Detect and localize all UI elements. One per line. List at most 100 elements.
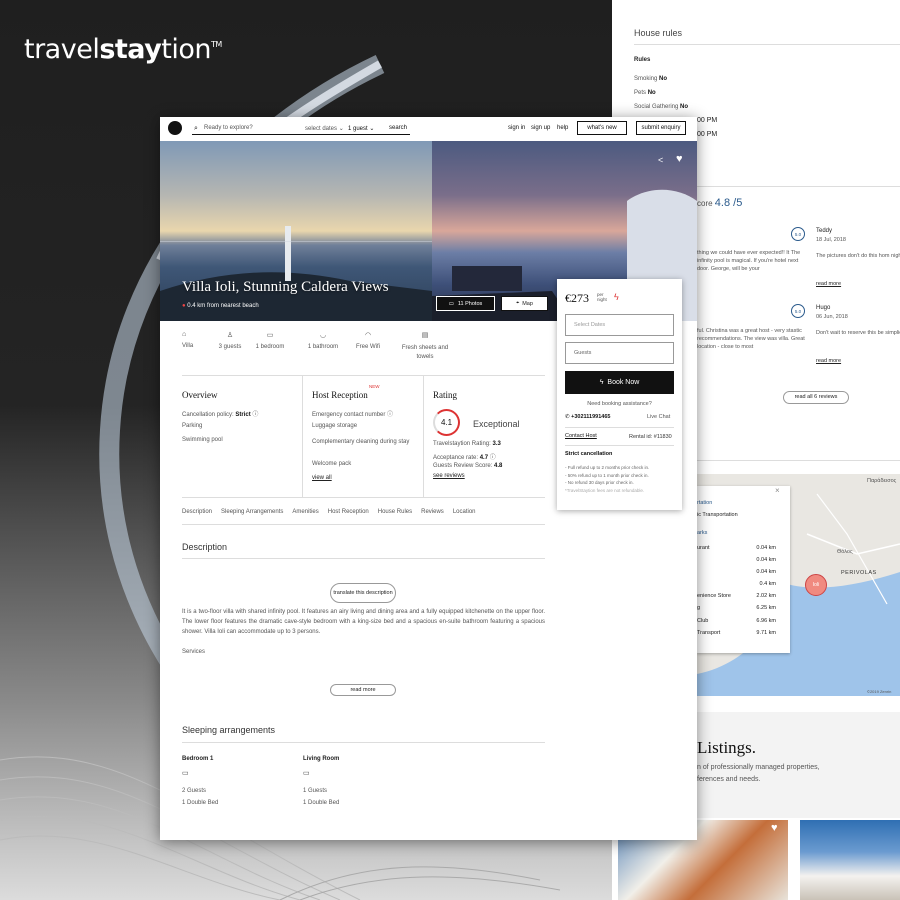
- info-icon[interactable]: ⓘ: [252, 412, 258, 418]
- dates-input[interactable]: Select Dates: [565, 314, 674, 336]
- avatar: 5.0: [791, 304, 805, 318]
- host-reception-title: Host Reception: [312, 390, 368, 400]
- tab-host-reception[interactable]: Host Reception: [328, 509, 369, 515]
- services-label: Services: [182, 649, 206, 655]
- help-link[interactable]: help: [557, 125, 568, 131]
- guests-input[interactable]: Guests: [565, 342, 674, 364]
- map-info-heading: arks: [697, 530, 708, 536]
- map-label: PERIVOLAS: [841, 570, 877, 576]
- brand-logo: travelstaytionTM: [24, 34, 222, 65]
- cancellation-terms: - Full refund up to 2 months prior check…: [565, 465, 650, 493]
- description-title: Description: [182, 542, 228, 552]
- overview-item: Swimming pool: [182, 437, 223, 443]
- rating-row: Guests Review Score: 4.8: [433, 463, 503, 469]
- overview-title: Overview: [182, 390, 218, 400]
- tab-reviews[interactable]: Reviews: [421, 509, 444, 515]
- rental-id: Rental id: #11830: [629, 434, 672, 440]
- listings-title: Listings.: [697, 738, 757, 757]
- bed-icon: ▭: [266, 332, 274, 339]
- whats-new-button[interactable]: what's new: [577, 121, 627, 135]
- heart-icon[interactable]: ♥: [771, 822, 778, 834]
- map-button[interactable]: ⌖ Map: [501, 296, 548, 311]
- sofa-icon: ▭: [303, 770, 310, 777]
- reception-item: Luggage storage: [312, 423, 358, 429]
- amenity-item: ♙ 3 guests: [210, 331, 250, 350]
- logo-icon[interactable]: [168, 121, 182, 135]
- rating-label: Exceptional: [473, 419, 520, 429]
- phone-icon: ✆: [565, 414, 570, 420]
- submit-enquiry-button[interactable]: submit enquiry: [636, 121, 686, 135]
- info-icon[interactable]: ⓘ: [387, 412, 393, 418]
- lightning-icon: ϟ: [599, 379, 604, 386]
- tab-sleeping-arrangements[interactable]: Sleeping Arrangements: [221, 509, 283, 515]
- reception-item: Complementary cleaning during stay: [312, 439, 410, 445]
- map-label: Θόλος: [837, 549, 853, 555]
- listings-text: n of professionally managed properties,: [697, 764, 820, 771]
- reception-item: Welcome pack: [312, 461, 352, 467]
- guest-selector[interactable]: 1 guest ⌄: [348, 125, 374, 132]
- bed-icon: ▭: [182, 770, 189, 777]
- contact-host-link[interactable]: Contact Host: [565, 433, 597, 439]
- overview-item: Parking: [182, 423, 203, 429]
- rating-row: Acceptance rate: 4.7 ⓘ: [433, 455, 496, 461]
- book-now-button[interactable]: ϟ Book Now: [565, 371, 674, 394]
- room-guests: 2 Guests: [182, 788, 207, 794]
- amenity-item: ▭ 1 bedroom: [250, 331, 290, 350]
- view-all-link[interactable]: view all: [312, 475, 332, 481]
- heart-icon[interactable]: ♥: [676, 153, 683, 165]
- photos-button[interactable]: ▭ 11 Photos: [436, 296, 495, 311]
- reviewer-name: Hugo: [816, 305, 831, 311]
- read-all-reviews-button[interactable]: read all 6 reviews: [783, 391, 849, 404]
- amenity-item: ▤ Fresh sheets and towels: [395, 331, 455, 362]
- rules-times: 00 PM 00 PM: [697, 117, 718, 138]
- amenity-item: ◡ 1 bathroom: [303, 331, 343, 350]
- date-selector[interactable]: select dates ⌄: [305, 125, 344, 132]
- tab-description[interactable]: Description: [182, 509, 212, 515]
- phone-number[interactable]: ✆ +302111991465: [565, 414, 610, 420]
- rating-title: Rating: [433, 390, 457, 400]
- read-more-link[interactable]: read more: [816, 281, 841, 287]
- house-rules-title: House rules: [634, 28, 683, 38]
- house-icon: ⌂: [182, 331, 187, 338]
- review-date: 18 Jul, 2018: [816, 237, 846, 243]
- location-pin-icon: ●: [182, 303, 186, 309]
- booking-widget: €273 per night ϟ Select Dates Guests ϟ Boo…: [557, 279, 682, 510]
- review-left-text: thing we could have ever expected!! It T…: [697, 250, 801, 272]
- sign-in-link[interactable]: sign in: [508, 125, 525, 131]
- cancellation-policy: Cancellation policy: Strict ⓘ: [182, 412, 259, 418]
- room-guests: 1 Guests: [303, 788, 328, 794]
- read-more-button[interactable]: read more: [330, 684, 396, 696]
- amenity-item: ⌂ Villa: [182, 331, 212, 349]
- listings-text: ferences and needs.: [697, 776, 761, 783]
- review-text: The pictures don't do this hom night fro…: [816, 253, 900, 259]
- map-label: Παράδεισος: [867, 478, 897, 484]
- tab-amenities[interactable]: Amenities: [292, 509, 318, 515]
- new-badge: NEW: [369, 384, 380, 389]
- room-name: Living Room: [303, 756, 340, 762]
- avatar: 5.0: [791, 227, 805, 241]
- review-text: Don't wait to reserve this be simplicity…: [816, 330, 900, 336]
- map-distances: urant 0.04 km 0.04 km 0.04 km 0.4 km enie…: [697, 545, 776, 636]
- translate-button[interactable]: translate this description: [330, 583, 396, 603]
- sign-up-link[interactable]: sign up: [531, 125, 550, 131]
- guests-icon: ♙: [226, 332, 234, 339]
- search-button[interactable]: search: [389, 125, 407, 131]
- cancellation-title: Strict cancellation: [565, 451, 613, 457]
- tab-house-rules[interactable]: House Rules: [378, 509, 412, 515]
- listing-image[interactable]: [800, 820, 900, 900]
- amenity-item: ◠ Free Wifi: [348, 331, 388, 350]
- share-icon[interactable]: <: [658, 155, 663, 165]
- tab-location[interactable]: Location: [453, 509, 476, 515]
- info-icon[interactable]: ⓘ: [490, 455, 496, 461]
- lightning-icon: ϟ: [614, 292, 619, 302]
- see-reviews-link[interactable]: see reviews: [433, 473, 465, 479]
- rules-subtitle: Rules: [634, 57, 651, 63]
- room-bed: 1 Double Bed: [182, 800, 219, 806]
- live-chat-link[interactable]: Live Chat: [647, 414, 670, 420]
- read-more-link[interactable]: read more: [816, 358, 841, 364]
- distance-label: ● 0.4 km from nearest beach: [182, 303, 259, 309]
- search-input[interactable]: Ready to explore?: [204, 125, 253, 131]
- map-marker[interactable]: Ioli: [805, 574, 827, 596]
- review-date: 06 Jun, 2018: [816, 314, 848, 320]
- close-icon[interactable]: ×: [775, 486, 780, 495]
